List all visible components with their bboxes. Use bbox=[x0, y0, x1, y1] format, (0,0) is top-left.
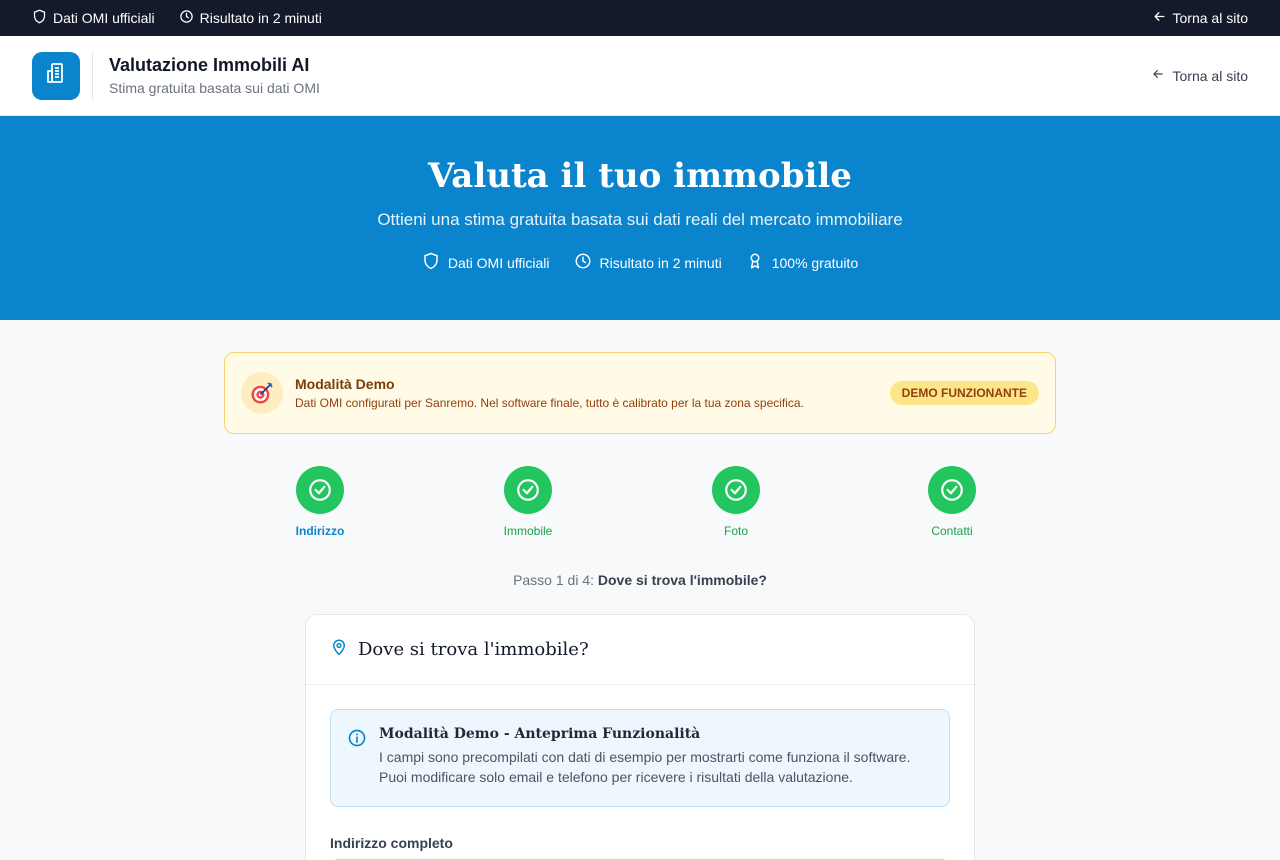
info-box-title: Modalità Demo - Anteprima Funzionalità bbox=[379, 726, 701, 742]
step-label: Immobile bbox=[503, 524, 553, 538]
check-circle-icon bbox=[928, 466, 976, 514]
brand: Valutazione Immobili AI Stima gratuita b… bbox=[32, 51, 320, 100]
info-box-text: I campi sono precompilati con dati di es… bbox=[379, 748, 910, 787]
map-pin-icon bbox=[330, 638, 358, 661]
hero-features: Dati OMI ufficiali Risultato in 2 minuti… bbox=[0, 252, 1280, 273]
card-header: Dove si trova l'immobile? bbox=[306, 615, 974, 685]
demo-banner: Modalità Demo Dati OMI configurati per S… bbox=[224, 352, 1056, 434]
building-icon bbox=[44, 61, 68, 90]
clock-icon bbox=[574, 252, 592, 273]
step-contatti[interactable]: Contatti bbox=[892, 466, 1012, 538]
topbar-back-link[interactable]: Torna al sito bbox=[1152, 9, 1248, 27]
hero-title: Valuta il tuo immobile bbox=[428, 156, 852, 196]
hero-feature-time-label: Risultato in 2 minuti bbox=[599, 254, 722, 271]
step-immobile[interactable]: Immobile bbox=[468, 466, 588, 538]
logo[interactable] bbox=[32, 51, 80, 100]
step-indicator: Indirizzo Immobile Foto Contatti bbox=[0, 466, 1280, 546]
progress-step-title: Dove si trova l'immobile? bbox=[597, 572, 767, 588]
address-label: Indirizzo completo bbox=[330, 835, 453, 851]
topbar-omi-item: Dati OMI ufficiali bbox=[32, 9, 155, 27]
step-indirizzo[interactable]: Indirizzo bbox=[260, 466, 380, 538]
info-box-line-1: I campi sono precompilati con dati di es… bbox=[379, 749, 911, 765]
card-title: Dove si trova l'immobile? bbox=[358, 639, 589, 660]
brand-subtitle: Stima gratuita basata sui dati OMI bbox=[109, 80, 320, 96]
clock-icon bbox=[179, 9, 194, 27]
topbar-time-label: Risultato in 2 minuti bbox=[199, 10, 322, 26]
topbar-omi-label: Dati OMI ufficiali bbox=[53, 10, 155, 26]
demo-banner-description: Dati OMI configurati per Sanremo. Nel so… bbox=[295, 396, 804, 410]
hero-feature-omi-label: Dati OMI ufficiali bbox=[447, 254, 550, 271]
step-label: Indirizzo bbox=[295, 524, 345, 538]
hero-section: Valuta il tuo immobile Ottieni una stima… bbox=[0, 116, 1280, 320]
top-bar: Dati OMI ufficiali Risultato in 2 minuti… bbox=[0, 0, 1280, 36]
topbar-time-item: Risultato in 2 minuti bbox=[179, 9, 322, 27]
shield-icon bbox=[422, 252, 440, 273]
step-foto[interactable]: Foto bbox=[676, 466, 796, 538]
info-box-line-2: Puoi modificare solo email e telefono pe… bbox=[379, 768, 853, 785]
arrow-left-icon bbox=[1152, 9, 1167, 27]
target-icon bbox=[241, 372, 283, 414]
demo-banner-title: Modalità Demo bbox=[295, 376, 395, 392]
check-circle-icon bbox=[296, 466, 344, 514]
hero-feature-free: 100% gratuito bbox=[746, 252, 858, 273]
progress-text: Passo 1 di 4: Dove si trova l'immobile? bbox=[0, 572, 1280, 588]
hero-feature-time: Risultato in 2 minuti bbox=[574, 252, 722, 273]
header-back-link[interactable]: Torna al sito bbox=[1151, 67, 1248, 84]
brand-divider bbox=[92, 51, 93, 100]
hero-feature-free-label: 100% gratuito bbox=[771, 254, 859, 271]
hero-feature-omi: Dati OMI ufficiali bbox=[422, 252, 550, 273]
demo-info-box: Modalità Demo - Anteprima Funzionalità I… bbox=[330, 709, 950, 807]
arrow-left-icon bbox=[1151, 67, 1165, 84]
location-card: Dove si trova l'immobile? Modalità Demo … bbox=[305, 614, 975, 860]
topbar-back-label: Torna al sito bbox=[1172, 10, 1248, 26]
step-label: Foto bbox=[723, 524, 748, 538]
brand-title: Valutazione Immobili AI bbox=[109, 55, 310, 75]
demo-status-badge: DEMO FUNZIONANTE bbox=[889, 381, 1039, 405]
header-back-label: Torna al sito bbox=[1172, 67, 1248, 84]
info-icon bbox=[347, 726, 367, 806]
check-circle-icon bbox=[712, 466, 760, 514]
shield-icon bbox=[32, 9, 47, 27]
step-label: Contatti bbox=[931, 524, 973, 538]
hero-subtitle: Ottieni una stima gratuita basata sui da… bbox=[377, 210, 903, 229]
site-header: Valutazione Immobili AI Stima gratuita b… bbox=[0, 36, 1280, 116]
progress-prefix: Passo 1 di 4: bbox=[513, 572, 594, 588]
check-circle-icon bbox=[504, 466, 552, 514]
award-icon bbox=[746, 252, 764, 273]
